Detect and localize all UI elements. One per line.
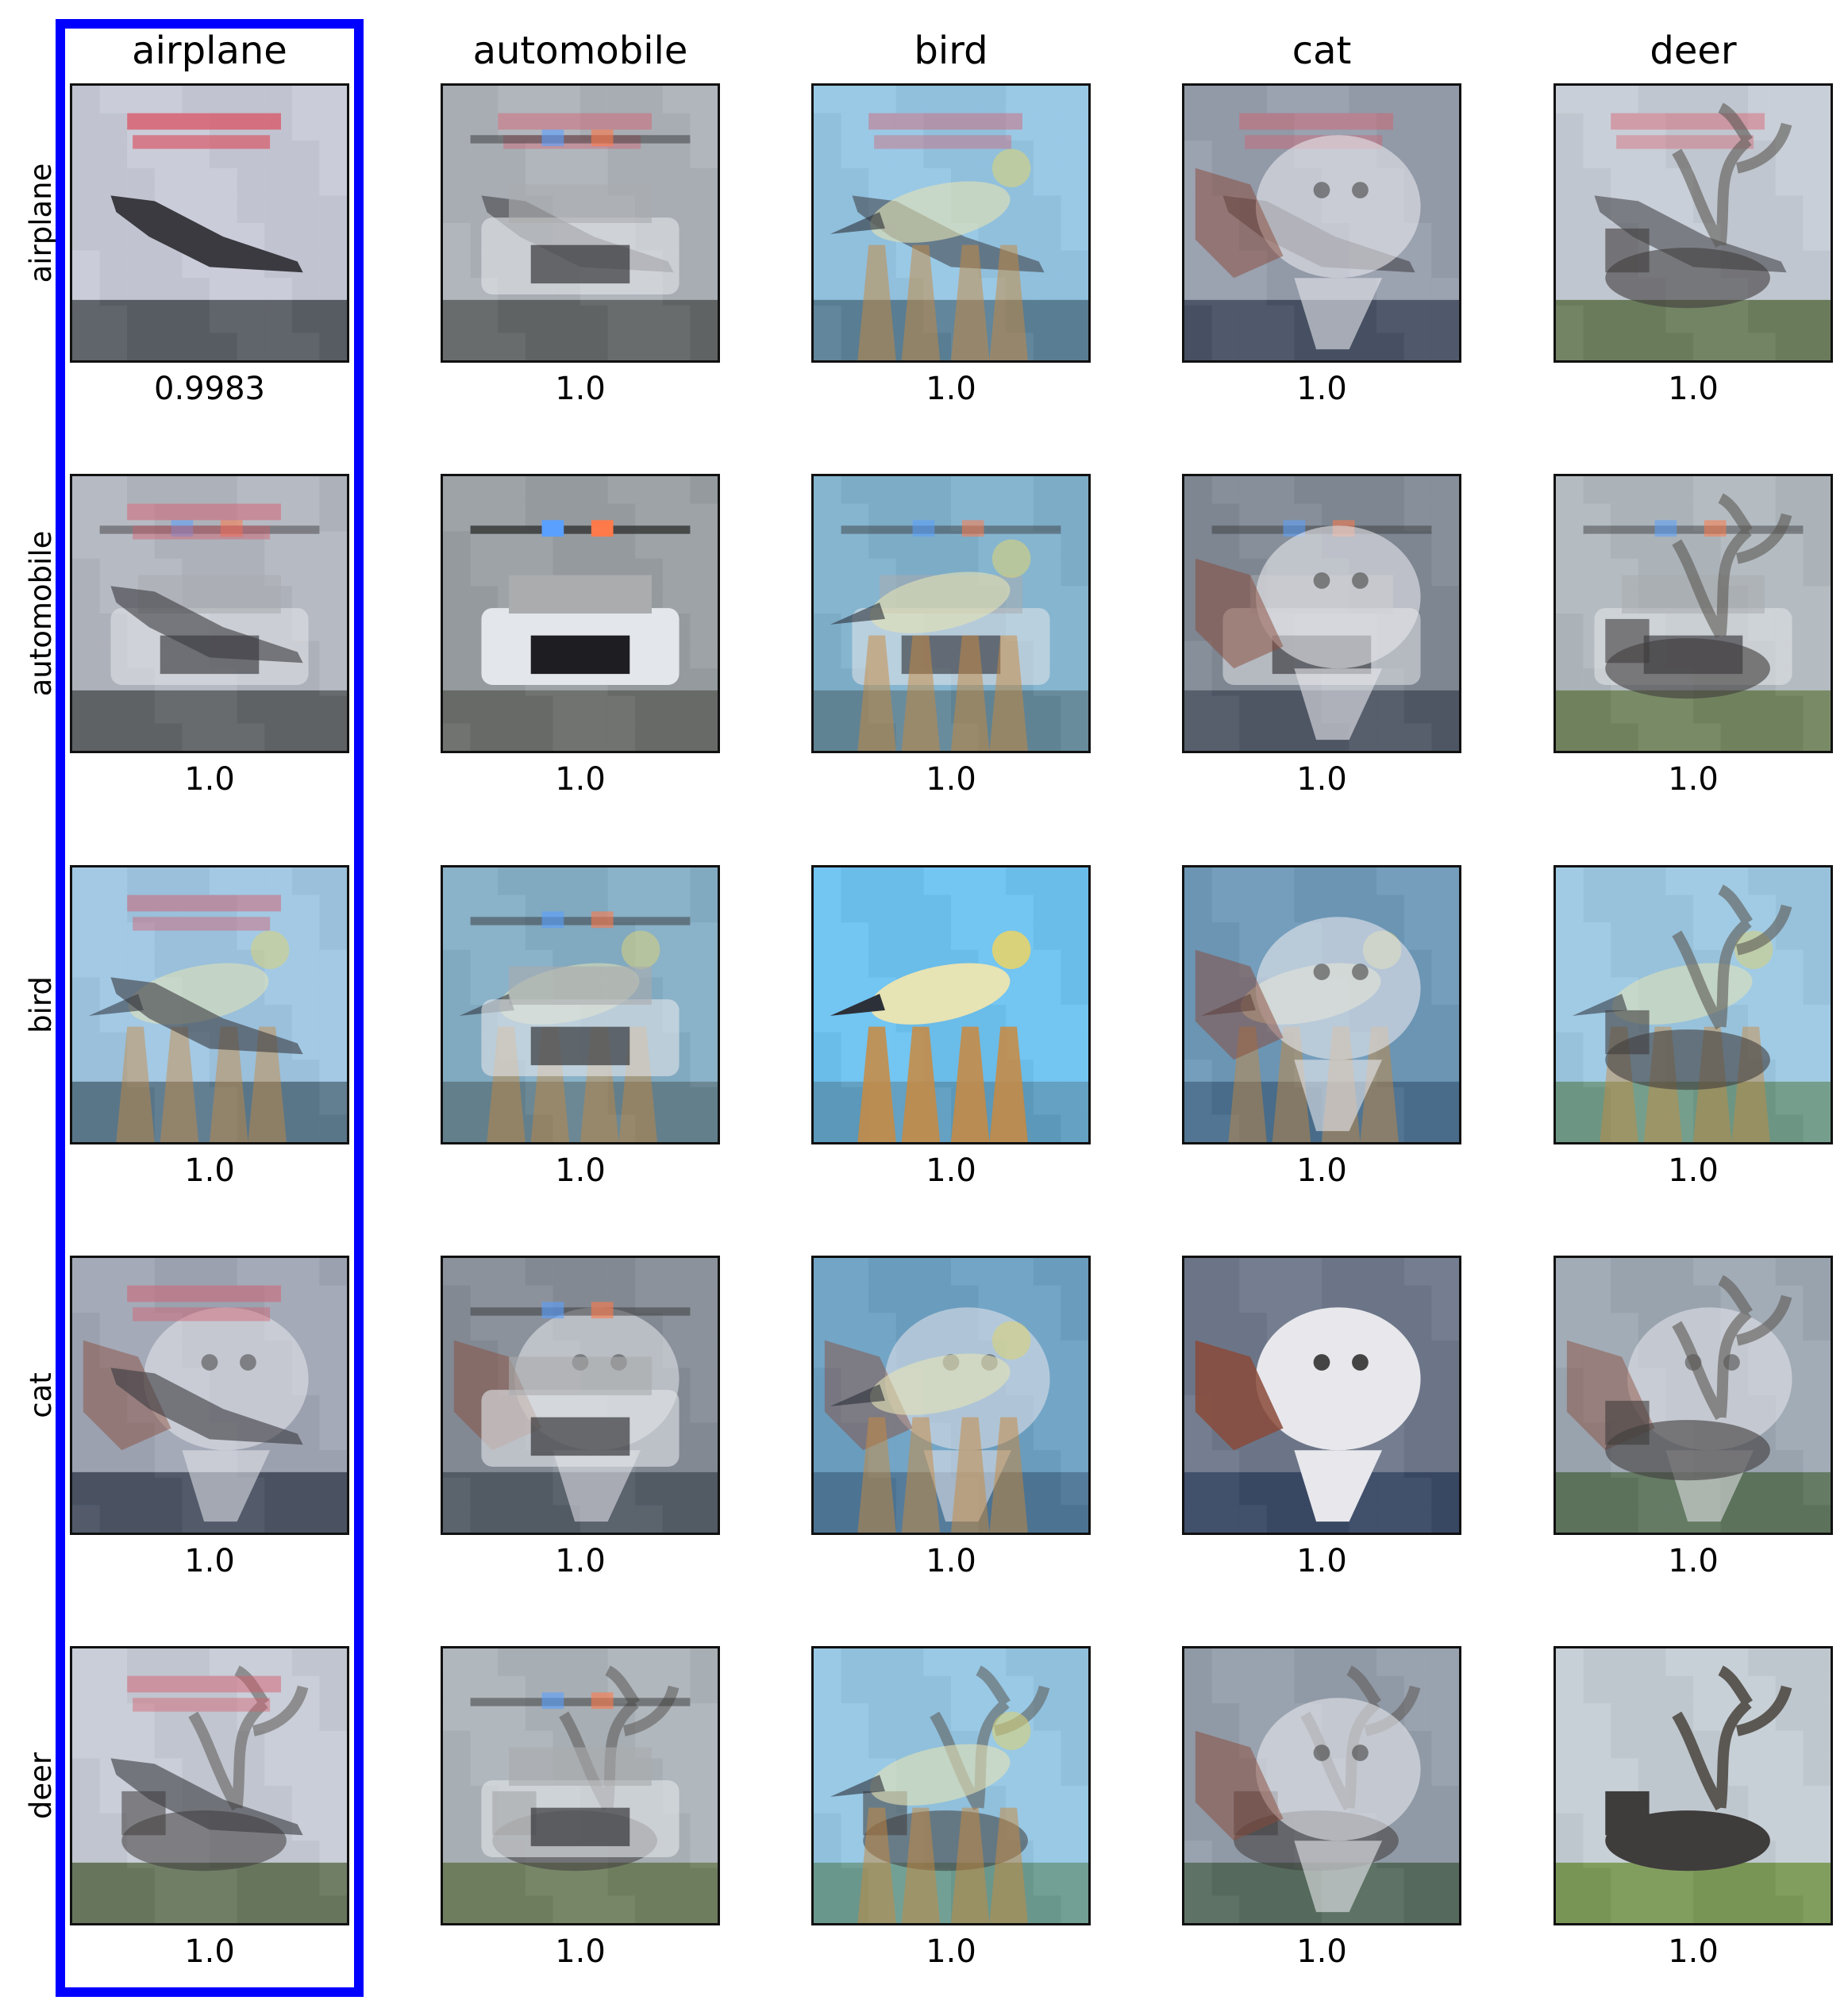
thumbnail-deer-cat [1182, 1646, 1461, 1925]
score-airplane-airplane: 0.9983 [154, 371, 265, 407]
thumbnail-cat-airplane [70, 1256, 349, 1535]
thumbnail-bird-automobile [441, 865, 720, 1144]
thumbnail-bird-deer [1553, 865, 1833, 1144]
thumbnail-deer-deer [1553, 1646, 1833, 1925]
score-bird-airplane: 1.0 [184, 1152, 235, 1189]
score-automobile-airplane: 1.0 [184, 761, 235, 798]
score-automobile-bird: 1.0 [926, 761, 976, 798]
row-title-airplane: airplane [24, 163, 58, 283]
row-title-bird: bird [24, 976, 58, 1033]
thumbnail-cat-automobile [441, 1256, 720, 1535]
score-cat-deer: 1.0 [1668, 1543, 1719, 1579]
thumbnail-bird-bird [811, 865, 1091, 1144]
score-automobile-automobile: 1.0 [555, 761, 606, 798]
score-airplane-deer: 1.0 [1668, 371, 1719, 407]
thumbnail-bird-cat [1182, 865, 1461, 1144]
score-cat-bird: 1.0 [926, 1543, 976, 1579]
column-title-automobile: automobile [472, 29, 688, 73]
score-deer-deer: 1.0 [1668, 1933, 1719, 1970]
thumbnail-deer-bird [811, 1646, 1091, 1925]
score-cat-cat: 1.0 [1296, 1543, 1347, 1579]
score-deer-airplane: 1.0 [184, 1933, 235, 1970]
thumbnail-automobile-automobile [441, 474, 720, 753]
thumbnail-automobile-cat [1182, 474, 1461, 753]
score-bird-bird: 1.0 [926, 1152, 976, 1189]
confusion-grid: airplane automobile bird cat deer airplane aut… [0, 0, 1848, 2008]
score-automobile-cat: 1.0 [1296, 761, 1347, 798]
score-bird-cat: 1.0 [1296, 1152, 1347, 1189]
thumbnail-airplane-bird [811, 83, 1091, 363]
thumbnail-airplane-automobile [441, 83, 720, 363]
score-airplane-cat: 1.0 [1296, 371, 1347, 407]
score-airplane-bird: 1.0 [926, 371, 976, 407]
thumbnail-bird-airplane [70, 865, 349, 1144]
column-title-cat: cat [1292, 29, 1352, 73]
score-deer-bird: 1.0 [926, 1933, 976, 1970]
row-title-automobile: automobile [24, 530, 58, 697]
column-title-bird: bird [914, 29, 988, 73]
thumbnail-automobile-bird [811, 474, 1091, 753]
thumbnail-automobile-deer [1553, 474, 1833, 753]
column-title-airplane: airplane [132, 29, 287, 73]
score-automobile-deer: 1.0 [1668, 761, 1719, 798]
thumbnail-cat-bird [811, 1256, 1091, 1535]
thumbnail-airplane-deer [1553, 83, 1833, 363]
score-cat-automobile: 1.0 [555, 1543, 606, 1579]
score-airplane-automobile: 1.0 [555, 371, 606, 407]
column-title-deer: deer [1650, 29, 1737, 73]
thumbnail-cat-cat [1182, 1256, 1461, 1535]
score-deer-cat: 1.0 [1296, 1933, 1347, 1970]
row-title-cat: cat [24, 1372, 58, 1418]
thumbnail-cat-deer [1553, 1256, 1833, 1535]
thumbnail-automobile-airplane [70, 474, 349, 753]
row-title-deer: deer [24, 1752, 58, 1820]
thumbnail-deer-automobile [441, 1646, 720, 1925]
score-bird-deer: 1.0 [1668, 1152, 1719, 1189]
score-bird-automobile: 1.0 [555, 1152, 606, 1189]
thumbnail-airplane-cat [1182, 83, 1461, 363]
score-deer-automobile: 1.0 [555, 1933, 606, 1970]
thumbnail-airplane-airplane [70, 83, 349, 363]
thumbnail-deer-airplane [70, 1646, 349, 1925]
score-cat-airplane: 1.0 [184, 1543, 235, 1579]
